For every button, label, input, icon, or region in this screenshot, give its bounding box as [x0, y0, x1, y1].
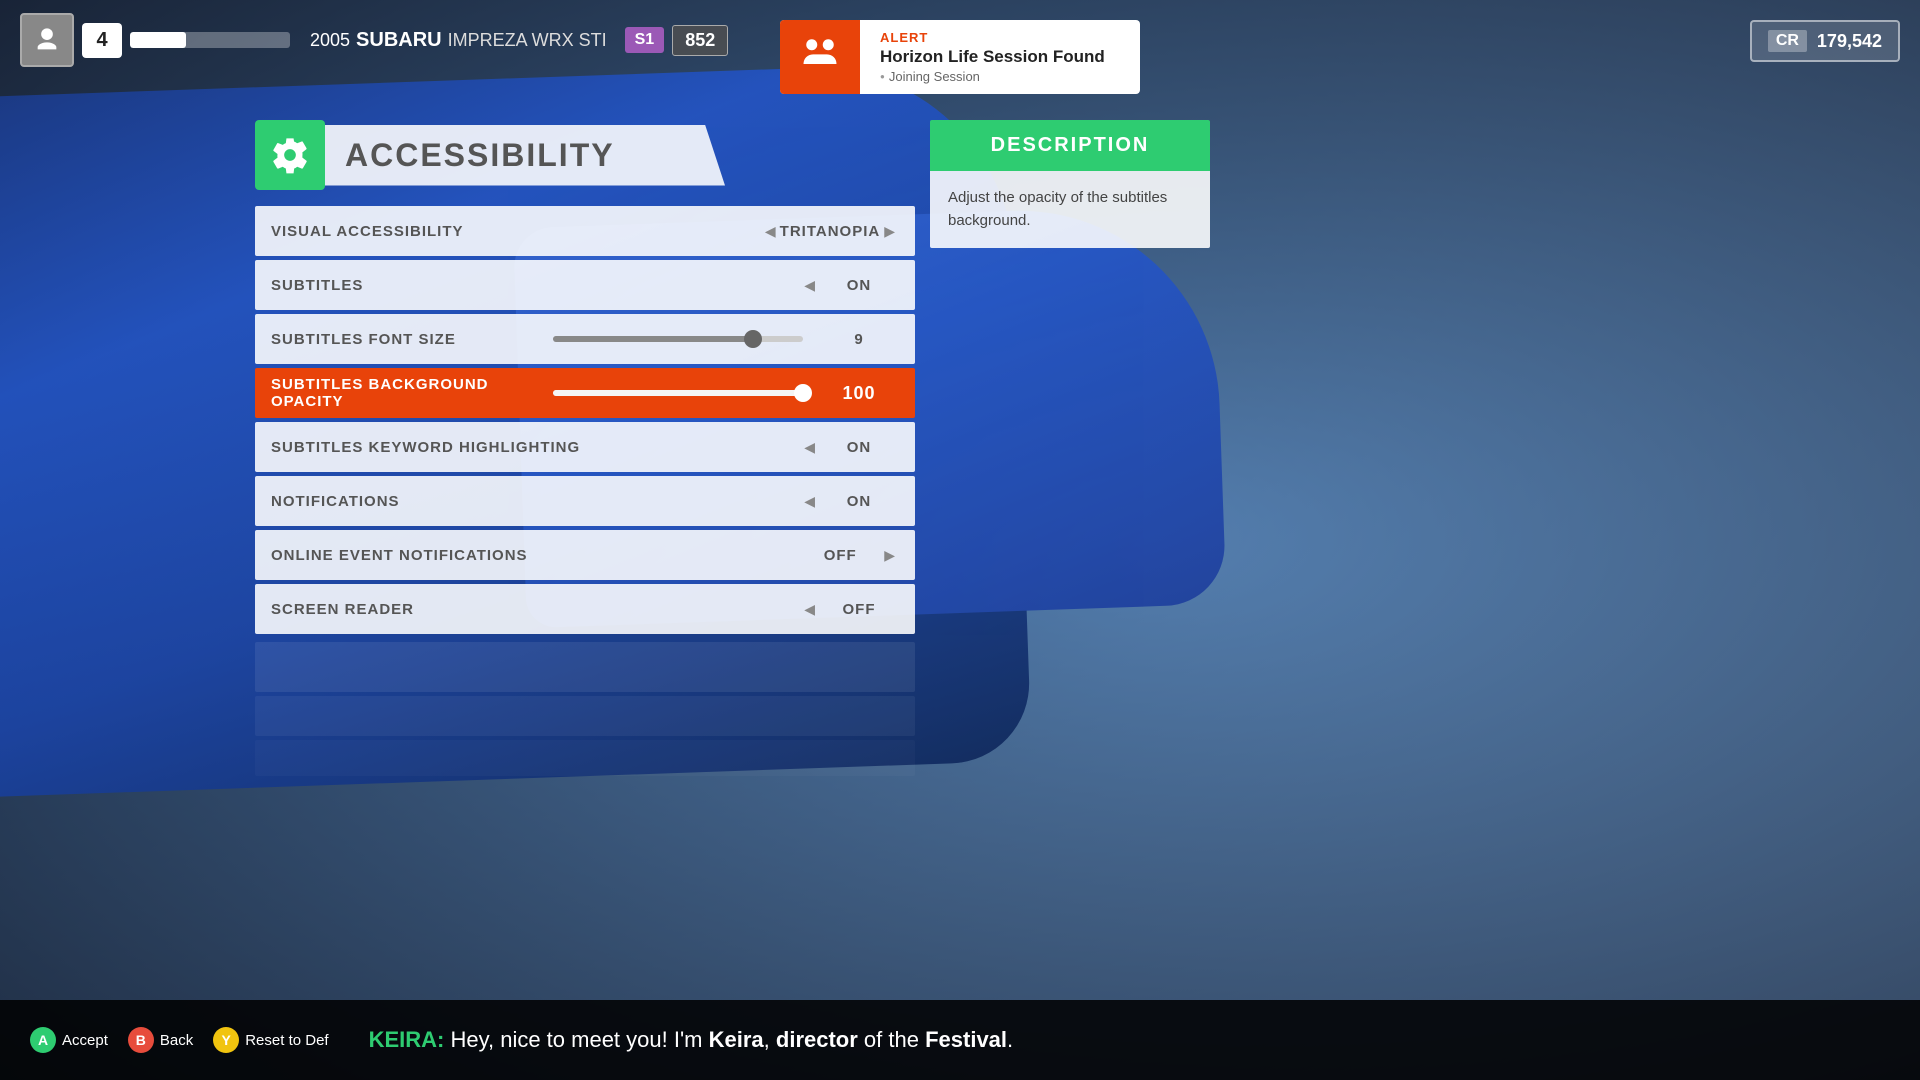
setting-screen-reader[interactable]: SCREEN READER ◀ OFF	[255, 584, 915, 634]
car-brand: SUBARU	[356, 29, 442, 52]
setting-font-size[interactable]: SUBTITLES FONT SIZE 9	[255, 314, 915, 364]
setting-notifications[interactable]: NOTIFICATIONS ◀ ON	[255, 476, 915, 526]
avatar	[20, 13, 74, 67]
arrow-right-visual[interactable]: ▶	[880, 223, 899, 240]
ghost-row-2	[255, 696, 915, 736]
subtitle-text-before: Hey, nice to meet you! I'm	[444, 1027, 708, 1052]
subtitle-text-mid1: ,	[764, 1027, 776, 1052]
setting-keyword-highlight[interactable]: SUBTITLES KEYWORD HIGHLIGHTING ◀ ON	[255, 422, 915, 472]
controls-hint: A Accept B Back Y Reset to Def	[30, 1027, 329, 1053]
car-name: 2005 SUBARU IMPREZA WRX STI	[310, 29, 607, 52]
arrow-left-notifications[interactable]: ◀	[800, 493, 819, 510]
setting-value-keyword: ON	[819, 439, 899, 456]
gear-icon	[270, 135, 310, 175]
btn-y-icon: Y	[213, 1027, 239, 1053]
subtitle-text: KEIRA: Hey, nice to meet you! I'm Keira,…	[369, 1027, 1890, 1053]
subtitle-bold-1: Keira	[709, 1027, 764, 1052]
ghost-row-1	[255, 642, 915, 692]
player-info: 4 2005 SUBARU IMPREZA WRX STI S1 852	[20, 13, 728, 67]
subtitle-bold-3: Festival	[925, 1027, 1007, 1052]
class-badge: S1	[625, 27, 665, 53]
settings-list[interactable]: VISUAL ACCESSIBILITY ◀ TRITANOPIA ▶ SUBT…	[255, 206, 915, 776]
setting-value-font-size: 9	[819, 331, 899, 348]
description-text: Adjust the opacity of the subtitles back…	[948, 187, 1192, 232]
control-accept: A Accept	[30, 1027, 108, 1053]
arrow-left-subtitles[interactable]: ◀	[800, 277, 819, 294]
bg-opacity-slider-thumb[interactable]	[794, 384, 812, 402]
subtitle-bar: A Accept B Back Y Reset to Def KEIRA: He…	[0, 1000, 1920, 1080]
setting-label-keyword: SUBTITLES KEYWORD HIGHLIGHTING	[271, 439, 800, 456]
control-reset: Y Reset to Def	[213, 1027, 328, 1053]
setting-label-subtitles: SUBTITLES	[271, 277, 800, 294]
control-accept-label: Accept	[62, 1032, 108, 1049]
setting-label-online: ONLINE EVENT NOTIFICATIONS	[271, 547, 800, 564]
setting-value-visual: TRITANOPIA	[780, 223, 881, 240]
setting-label-visual: VISUAL ACCESSIBILITY	[271, 223, 761, 240]
setting-bg-opacity[interactable]: SUBTITLES BACKGROUND OPACITY 100	[255, 368, 915, 418]
pi-value: 852	[672, 25, 728, 56]
control-reset-label: Reset to Def	[245, 1032, 328, 1049]
accessibility-header: ACCESSIBILITY	[255, 120, 915, 190]
alert-status: Joining Session	[880, 69, 1120, 84]
setting-label-font-size: SUBTITLES FONT SIZE	[271, 331, 537, 348]
bg-opacity-slider-fill	[553, 390, 803, 396]
car-model: IMPREZA WRX STI	[448, 30, 607, 51]
setting-label-bg-opacity: SUBTITLES BACKGROUND OPACITY	[271, 376, 537, 410]
bg-opacity-slider-track[interactable]	[553, 390, 803, 396]
arrow-right-online[interactable]: ▶	[880, 547, 899, 564]
alert-title: ALERT	[880, 30, 1120, 45]
control-back: B Back	[128, 1027, 193, 1053]
font-size-slider-track[interactable]	[553, 336, 803, 342]
subtitle-bold-2: director	[776, 1027, 858, 1052]
setting-value-subtitles: ON	[819, 277, 899, 294]
accessibility-title: ACCESSIBILITY	[325, 125, 725, 186]
description-panel: DESCRIPTION Adjust the opacity of the su…	[930, 120, 1210, 248]
xp-bar-fill	[130, 32, 186, 48]
arrow-left-reader[interactable]: ◀	[800, 601, 819, 618]
description-body: Adjust the opacity of the subtitles back…	[930, 171, 1210, 248]
alert-session-name: Horizon Life Session Found	[880, 47, 1120, 67]
cr-label: CR	[1768, 30, 1807, 52]
alert-content: ALERT Horizon Life Session Found Joining…	[860, 20, 1140, 94]
subtitle-speaker: KEIRA:	[369, 1027, 445, 1052]
btn-b-icon: B	[128, 1027, 154, 1053]
ghost-rows	[255, 638, 915, 776]
car-year: 2005	[310, 30, 350, 51]
accessibility-panel: ACCESSIBILITY VISUAL ACCESSIBILITY ◀ TRI…	[255, 120, 915, 776]
ghost-row-3	[255, 740, 915, 776]
control-back-label: Back	[160, 1032, 193, 1049]
alert-icon-area	[780, 20, 860, 94]
arrow-left-visual[interactable]: ◀	[761, 223, 780, 240]
player-level: 4	[82, 23, 122, 58]
setting-label-notifications: NOTIFICATIONS	[271, 493, 800, 510]
subtitle-text-mid2: of the	[858, 1027, 925, 1052]
description-header: DESCRIPTION	[930, 120, 1210, 171]
cr-display: CR 179,542	[1750, 20, 1900, 62]
font-size-slider-fill	[553, 336, 753, 342]
btn-a-icon: A	[30, 1027, 56, 1053]
arrow-left-keyword[interactable]: ◀	[800, 439, 819, 456]
group-icon	[798, 31, 842, 83]
description-title: DESCRIPTION	[991, 134, 1150, 156]
setting-subtitles[interactable]: SUBTITLES ◀ ON	[255, 260, 915, 310]
gear-icon-box	[255, 120, 325, 190]
font-size-slider-thumb[interactable]	[744, 330, 762, 348]
subtitle-text-end: .	[1007, 1027, 1013, 1052]
xp-bar	[130, 32, 290, 48]
setting-visual-accessibility[interactable]: VISUAL ACCESSIBILITY ◀ TRITANOPIA ▶	[255, 206, 915, 256]
setting-value-online: OFF	[800, 547, 880, 564]
setting-value-notifications: ON	[819, 493, 899, 510]
alert-notification: ALERT Horizon Life Session Found Joining…	[780, 20, 1140, 94]
setting-label-reader: SCREEN READER	[271, 601, 800, 618]
setting-value-reader: OFF	[819, 601, 899, 618]
cr-value: 179,542	[1817, 31, 1882, 52]
setting-online-notifications[interactable]: ONLINE EVENT NOTIFICATIONS OFF ▶	[255, 530, 915, 580]
setting-value-bg-opacity: 100	[819, 383, 899, 404]
